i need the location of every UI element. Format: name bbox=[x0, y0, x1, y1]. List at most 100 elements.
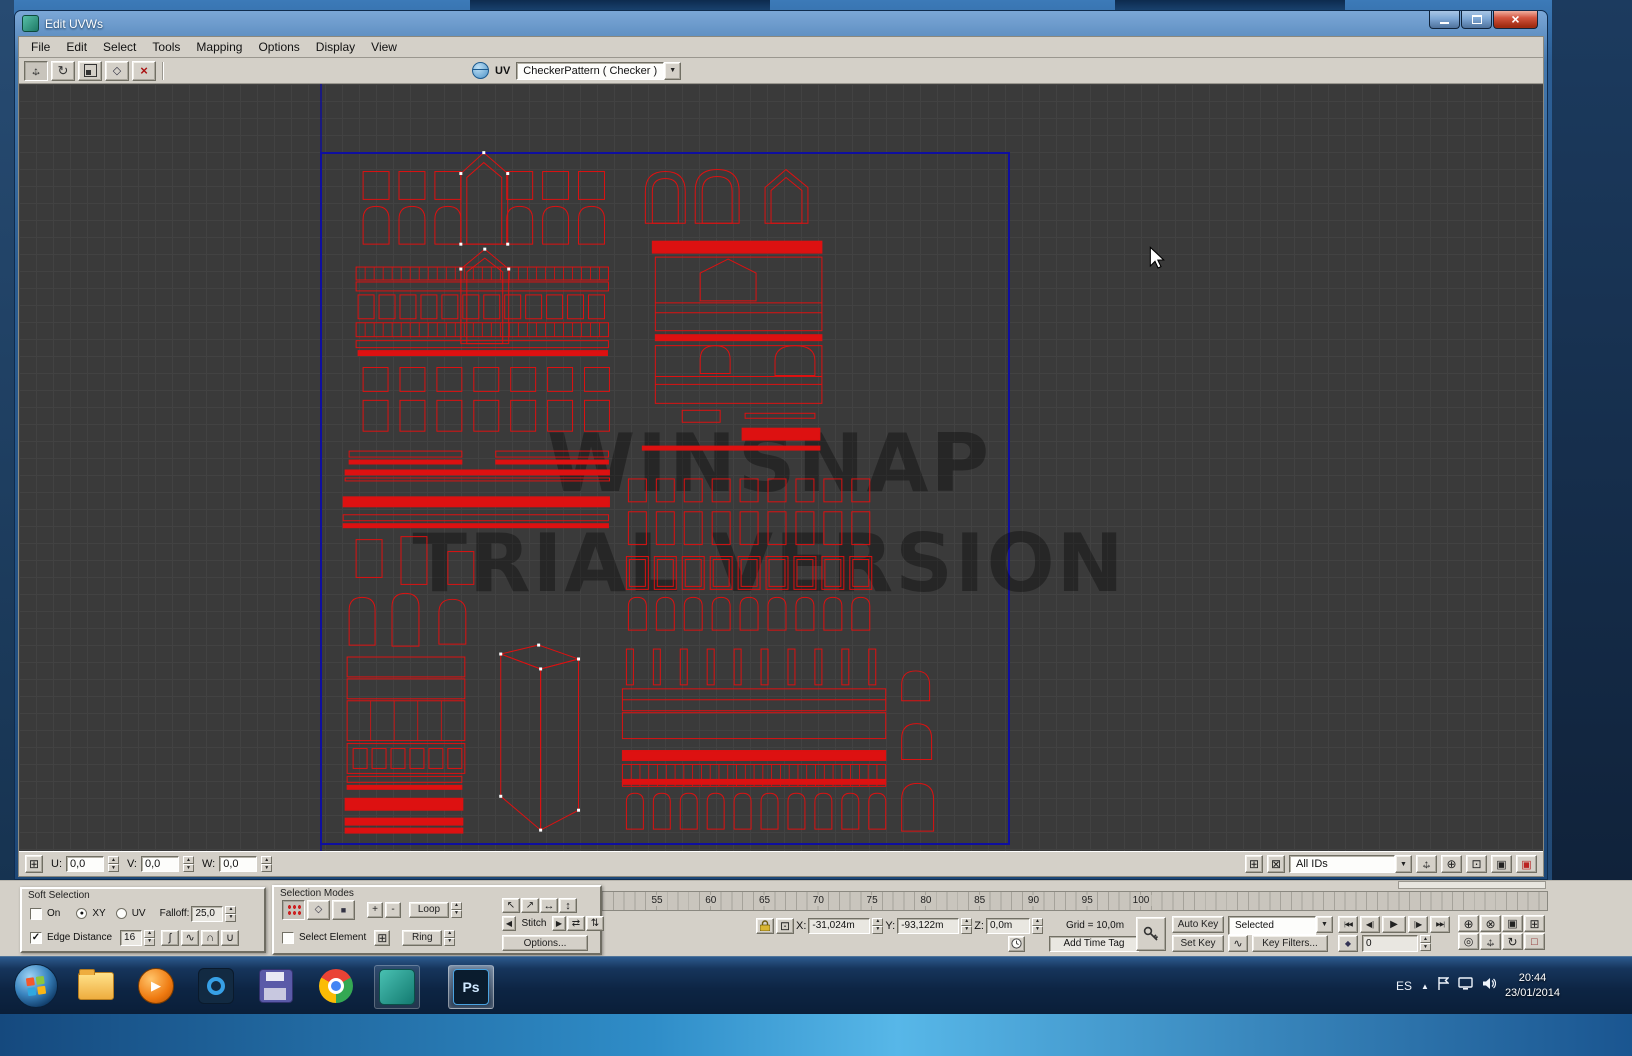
x-coordinate-field[interactable]: -31,024m bbox=[808, 918, 870, 934]
edge-distance-field[interactable]: 16 bbox=[120, 930, 142, 946]
close-button[interactable] bbox=[1493, 11, 1538, 29]
rotate-tool-button[interactable] bbox=[51, 61, 75, 81]
y-spinner[interactable] bbox=[961, 918, 972, 934]
field-of-view-button[interactable] bbox=[1458, 933, 1479, 950]
paint-select-button[interactable] bbox=[374, 930, 390, 946]
menu-edit[interactable]: Edit bbox=[58, 39, 95, 55]
taskbar-item-media-player[interactable] bbox=[134, 965, 178, 1007]
freeform-tool-button[interactable] bbox=[105, 61, 129, 81]
texture-pattern-dropdown[interactable]: CheckerPattern ( Checker ) bbox=[516, 62, 681, 80]
network-icon[interactable] bbox=[1458, 977, 1473, 995]
previous-frame-button[interactable] bbox=[1360, 916, 1380, 933]
taskbar-item-save-app[interactable] bbox=[254, 965, 298, 1007]
taskbar-item-blue-app[interactable] bbox=[194, 965, 238, 1007]
snap-toggle-button[interactable] bbox=[1245, 855, 1263, 873]
key-set-dropdown[interactable]: Selected bbox=[1228, 916, 1333, 933]
show-hidden-icons-button[interactable] bbox=[1421, 982, 1429, 991]
menu-tools[interactable]: Tools bbox=[144, 39, 188, 55]
z-coordinate-field[interactable]: 0,0m bbox=[986, 918, 1030, 934]
align-vertical-button[interactable] bbox=[521, 898, 539, 913]
w-spinner[interactable] bbox=[261, 856, 272, 872]
set-key-button[interactable]: Set Key bbox=[1172, 935, 1224, 952]
falloff-field[interactable]: 25,0 bbox=[191, 906, 223, 922]
current-frame-field[interactable]: 0 bbox=[1362, 935, 1418, 952]
zoom-extents-all-button[interactable] bbox=[1524, 915, 1545, 932]
edge-distance-spinner[interactable] bbox=[144, 930, 155, 946]
ring-spinner[interactable] bbox=[444, 930, 455, 946]
lock-selection-button[interactable] bbox=[1267, 855, 1285, 873]
play-button[interactable] bbox=[1382, 916, 1406, 933]
viewport-pan-button[interactable] bbox=[1480, 933, 1501, 950]
menu-mapping[interactable]: Mapping bbox=[188, 39, 250, 55]
soft-selection-on-checkbox[interactable] bbox=[30, 908, 42, 920]
zoom-to-selection-button[interactable] bbox=[1516, 855, 1537, 873]
mirror-tool-button[interactable] bbox=[132, 61, 156, 81]
selection-lock-button[interactable] bbox=[756, 918, 774, 934]
taskbar-item-explorer[interactable] bbox=[74, 965, 118, 1007]
stitch-horizontal-button[interactable] bbox=[567, 916, 585, 931]
taskbar-clock[interactable]: 20:44 23/01/2014 bbox=[1505, 971, 1560, 1001]
menu-select[interactable]: Select bbox=[95, 39, 144, 55]
vertex-mode-button[interactable] bbox=[282, 900, 305, 920]
pan-button[interactable] bbox=[1416, 855, 1437, 873]
ring-button[interactable]: Ring bbox=[402, 930, 442, 946]
material-id-dropdown[interactable]: All IDs bbox=[1289, 855, 1412, 873]
v-field[interactable]: 0,0 bbox=[141, 856, 179, 872]
zoom-region-button[interactable] bbox=[1466, 855, 1487, 873]
falloff-slow-button[interactable] bbox=[201, 930, 219, 946]
u-spinner[interactable] bbox=[108, 856, 119, 872]
set-keys-button[interactable] bbox=[1136, 917, 1166, 951]
w-field[interactable]: 0,0 bbox=[219, 856, 257, 872]
edge-mode-button[interactable] bbox=[307, 900, 330, 920]
loop-spinner[interactable] bbox=[451, 902, 462, 918]
options-button[interactable]: Options... bbox=[502, 935, 588, 951]
falloff-smooth-button[interactable] bbox=[161, 930, 179, 946]
uv-radio[interactable] bbox=[116, 908, 127, 919]
falloff-linear-button[interactable] bbox=[181, 930, 199, 946]
material-id-arrow-button[interactable] bbox=[1395, 855, 1412, 873]
menu-file[interactable]: File bbox=[23, 39, 58, 55]
language-indicator[interactable]: ES bbox=[1396, 979, 1412, 993]
stitch-prev-button[interactable] bbox=[502, 916, 516, 931]
zoom-extents-button[interactable] bbox=[1502, 915, 1523, 932]
action-center-icon[interactable] bbox=[1438, 977, 1449, 995]
taskbar-item-photoshop[interactable]: Ps bbox=[448, 965, 494, 1009]
stitch-vertical-button[interactable] bbox=[586, 916, 604, 931]
grow-selection-button[interactable]: + bbox=[367, 902, 383, 918]
expand-horizontal-button[interactable] bbox=[540, 898, 558, 913]
next-frame-button[interactable] bbox=[1408, 916, 1428, 933]
default-tangent-button[interactable] bbox=[1228, 935, 1248, 952]
falloff-fast-button[interactable] bbox=[221, 930, 239, 946]
add-time-tag[interactable]: Add Time Tag bbox=[1049, 936, 1139, 952]
auto-key-button[interactable]: Auto Key bbox=[1172, 916, 1224, 933]
uv-editor-canvas[interactable]: WINSNAP TRIAL VERSION bbox=[19, 84, 1543, 851]
status-grid-button[interactable] bbox=[25, 855, 43, 873]
maximize-button[interactable] bbox=[1461, 11, 1492, 29]
viewport-zoom-all-button[interactable] bbox=[1480, 915, 1501, 932]
viewport-zoom-button[interactable] bbox=[1458, 915, 1479, 932]
taskbar-item-chrome[interactable] bbox=[314, 965, 358, 1007]
start-button[interactable] bbox=[14, 964, 58, 1008]
zoom-button[interactable] bbox=[1441, 855, 1462, 873]
falloff-spinner[interactable] bbox=[225, 906, 236, 922]
face-mode-button[interactable] bbox=[332, 900, 355, 920]
go-to-end-button[interactable] bbox=[1430, 916, 1450, 933]
menu-view[interactable]: View bbox=[363, 39, 405, 55]
align-horizontal-button[interactable] bbox=[502, 898, 520, 913]
x-spinner[interactable] bbox=[872, 918, 883, 934]
expand-vertical-button[interactable] bbox=[559, 898, 577, 913]
minimize-button[interactable] bbox=[1429, 11, 1460, 29]
z-spinner[interactable] bbox=[1032, 918, 1043, 934]
u-field[interactable]: 0,0 bbox=[66, 856, 104, 872]
window-titlebar[interactable]: Edit UVWs bbox=[18, 11, 1544, 36]
maximize-viewport-button[interactable] bbox=[1524, 933, 1545, 950]
frame-spinner[interactable] bbox=[1420, 935, 1431, 951]
menu-options[interactable]: Options bbox=[250, 39, 307, 55]
volume-icon[interactable] bbox=[1482, 977, 1496, 995]
scale-tool-button[interactable] bbox=[78, 61, 102, 81]
texture-pattern-arrow-button[interactable] bbox=[664, 62, 681, 80]
key-mode-toggle-button[interactable] bbox=[1338, 935, 1358, 952]
loop-button[interactable]: Loop bbox=[409, 902, 449, 918]
shrink-selection-button[interactable]: - bbox=[385, 902, 401, 918]
go-to-start-button[interactable] bbox=[1338, 916, 1358, 933]
